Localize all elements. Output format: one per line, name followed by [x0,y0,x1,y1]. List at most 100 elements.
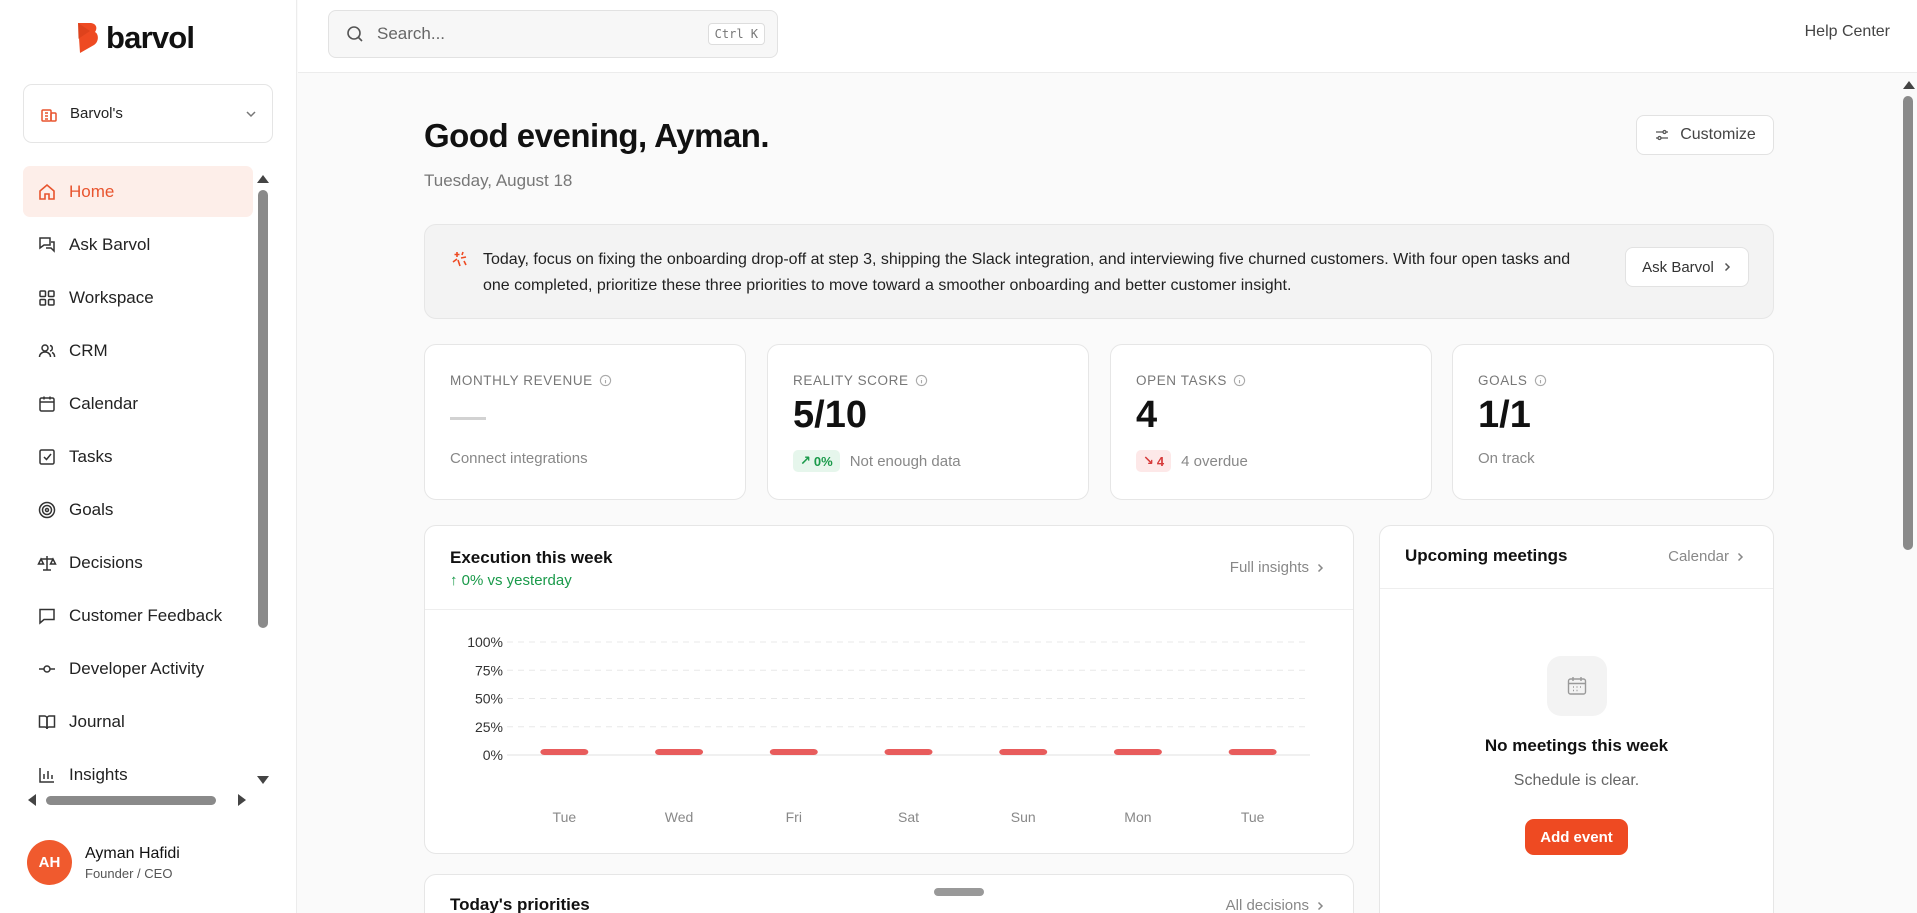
empty-calendar-icon-box [1547,656,1607,716]
full-insights-label: Full insights [1229,559,1309,576]
y-tick-label: 25% [475,719,503,735]
drag-handle[interactable] [934,888,984,896]
search-placeholder: Search... [377,24,446,43]
stat-card-reality-score[interactable]: REALITY SCORE 5/10 ↗ 0% Not enough data [767,344,1089,500]
ask-barvol-button[interactable]: Ask Barvol [1625,247,1749,287]
sidebar-item-tasks[interactable]: Tasks [23,431,253,482]
stat-label: REALITY SCORE [793,373,928,388]
grid-icon [39,289,55,306]
sidebar-item-calendar[interactable]: Calendar [23,378,253,429]
stat-value: 5/10 [793,394,867,436]
stat-subtext: 4 overdue [1181,452,1248,470]
stat-label-text: OPEN TASKS [1136,373,1228,388]
sparkle-icon [452,251,467,267]
chevron-right-icon [1317,901,1324,910]
building-icon [41,108,57,122]
x-tick-label: Sun [1011,809,1036,825]
info-icon [1534,374,1546,387]
scroll-up-arrow[interactable] [1903,81,1915,89]
arrow-up-icon: ↑ [450,572,462,589]
sidebar-item-journal[interactable]: Journal [23,696,253,747]
sidebar-item-ask-barvol[interactable]: Ask Barvol [23,219,253,270]
sidebar-vertical-scrollbar[interactable] [256,172,270,784]
all-decisions-label: All decisions [1225,897,1309,913]
search-input[interactable]: Search... Ctrl K [328,10,778,58]
stat-subtext: On track [1478,450,1535,467]
chat-icon [39,236,55,253]
user-profile[interactable]: AH Ayman Hafidi Founder / CEO [27,840,180,885]
chart-bar [769,749,818,755]
customize-button[interactable]: Customize [1636,115,1774,155]
y-tick-label: 50% [475,691,503,707]
add-event-button[interactable]: Add event [1525,819,1628,855]
scrollbar-thumb[interactable] [1903,96,1913,550]
calendar-link-label: Calendar [1668,548,1729,565]
calendar-link[interactable]: Calendar [1668,548,1745,565]
scrollbar-thumb[interactable] [258,190,268,628]
sidebar-item-label: Customer Feedback [69,605,223,625]
chevron-right-icon [1724,262,1730,272]
sidebar-item-customer-feedback[interactable]: Customer Feedback [23,590,253,641]
main-vertical-scrollbar[interactable] [1900,76,1917,913]
stat-label-text: MONTHLY REVENUE [450,373,593,388]
stat-subtext: Not enough data [849,452,961,470]
workspace-select[interactable]: Barvol's [23,84,273,143]
y-tick-label: 100% [467,634,503,650]
chevron-right-icon [1737,552,1744,561]
sidebar-horizontal-scrollbar[interactable] [28,792,248,808]
sidebar-item-developer-activity[interactable]: Developer Activity [23,643,253,694]
calendar-icon [39,396,55,412]
all-decisions-link[interactable]: All decisions [1226,897,1325,913]
sidebar-item-crm[interactable]: CRM [23,325,253,376]
meetings-title: Upcoming meetings [1405,546,1568,565]
priorities-title: Today's priorities [450,895,590,913]
sidebar-item-home[interactable]: Home [23,166,253,217]
sidebar-item-label: Calendar [69,393,138,413]
chart-bar [540,749,589,755]
sidebar-item-label: Journal [69,711,125,731]
help-center-link[interactable]: Help Center [1805,23,1890,41]
stat-label: GOALS [1478,373,1547,388]
chart-bar [884,749,933,755]
sidebar-item-decisions[interactable]: Decisions [23,537,253,588]
x-tick-label: Sat [898,809,919,825]
scrollbar-thumb[interactable] [46,796,216,805]
scale-icon [37,555,57,571]
home-icon [39,183,55,200]
execution-card-header: Execution this week ↑ 0% vs yesterday Fu… [425,526,1353,610]
sliders-icon [1656,129,1669,141]
barvol-logo-icon [78,23,98,53]
info-icon [599,374,611,387]
full-insights-link[interactable]: Full insights [1230,559,1325,576]
stat-value: 1/1 [1478,394,1531,436]
chart-bar [1228,749,1277,755]
scroll-left-arrow[interactable] [28,794,36,806]
checkbox-icon [39,448,55,465]
upcoming-meetings-card: Upcoming meetings Calendar No meetings t… [1379,525,1774,913]
sidebar-item-label: Decisions [69,552,143,572]
book-icon [38,714,56,729]
execution-card: Execution this week ↑ 0% vs yesterday Fu… [424,525,1354,854]
empty-state-subtitle: Schedule is clear. [1513,772,1640,789]
scroll-up-arrow[interactable] [257,175,269,183]
scroll-down-arrow[interactable] [257,776,269,784]
x-tick-label: Fri [786,809,802,825]
sidebar-item-label: Home [69,181,115,201]
scroll-right-arrow[interactable] [238,794,246,806]
stat-label: MONTHLY REVENUE [450,373,612,388]
brand-logo[interactable]: barvol [76,20,195,56]
sidebar-item-goals[interactable]: Goals [23,484,253,535]
stat-label-text: GOALS [1478,373,1528,388]
stat-card-goals[interactable]: GOALS 1/1 On track [1452,344,1774,500]
overdue-count: 4 [1156,453,1165,469]
stat-card-monthly-revenue[interactable]: MONTHLY REVENUE Connect integrations [424,344,746,500]
topbar: Search... Ctrl K Help Center [298,0,1917,73]
arrow-down-right-icon: ↘ [1143,453,1154,468]
empty-value-dash [450,417,486,420]
target-icon [38,501,56,518]
sidebar-item-workspace[interactable]: Workspace [23,272,253,323]
stat-card-open-tasks[interactable]: OPEN TASKS 4 ↘ 4 4 overdue [1110,344,1432,500]
x-tick-label: Tue [553,809,577,825]
info-icon [1233,374,1246,387]
empty-state-title: No meetings this week [1484,736,1669,755]
